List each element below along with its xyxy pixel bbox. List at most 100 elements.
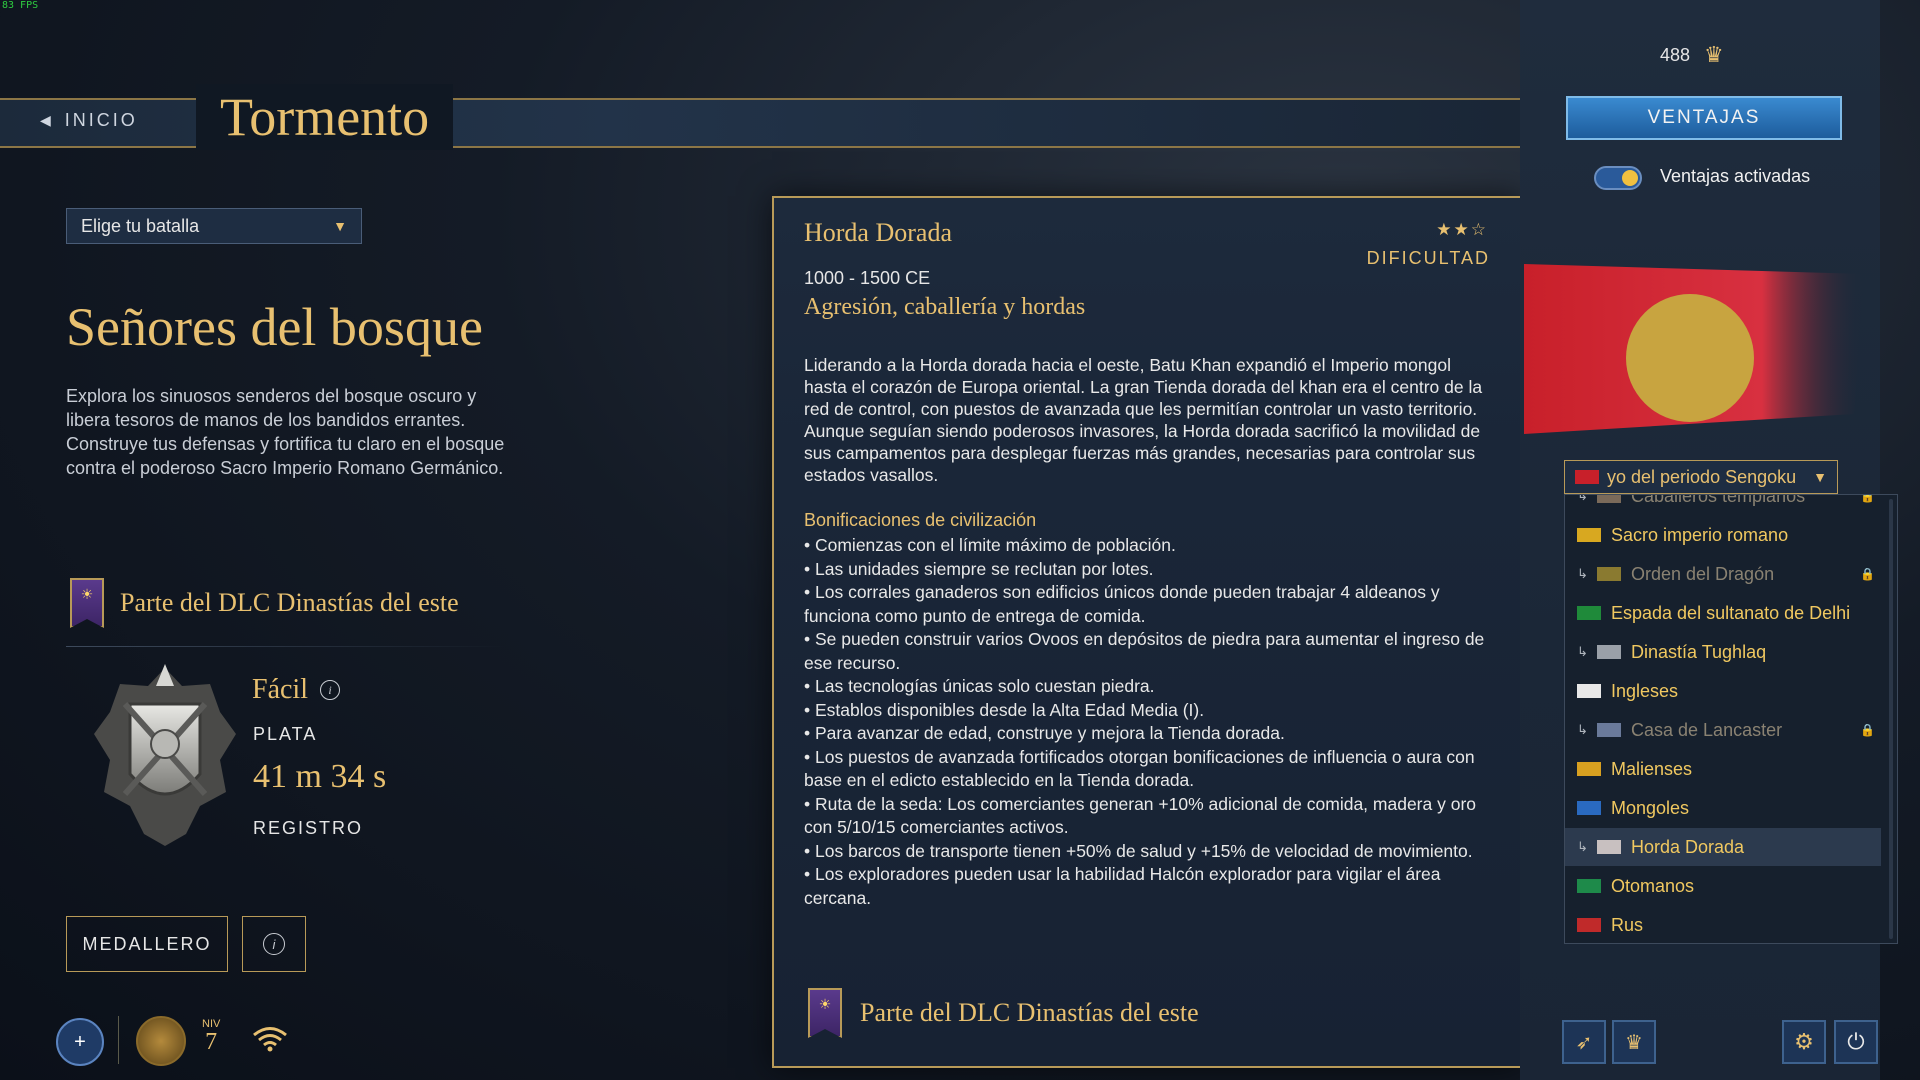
civ-list-item-label: Malienses (1611, 758, 1693, 779)
civ-list-item[interactable]: Espada del sultanato de Delhi (1565, 594, 1881, 632)
plus-icon: + (74, 1030, 86, 1053)
civ-list-item[interactable]: Ingleses (1565, 672, 1881, 710)
civ-tagline: Agresión, caballería y hordas (804, 294, 1086, 320)
silver-medal-icon (94, 664, 236, 846)
star-filled-icon: ★ (1436, 220, 1454, 239)
divider (118, 1016, 119, 1064)
flag-icon (1577, 879, 1601, 893)
scrollbar[interactable] (1889, 499, 1893, 939)
chevron-left-icon: ◀ (40, 112, 51, 128)
civ-list-item[interactable]: ↳ Caballeros templarios 🔒 (1565, 494, 1881, 515)
flag-icon (1575, 470, 1599, 484)
power-button[interactable]: ⏻ (1834, 1020, 1878, 1064)
wifi-icon (253, 1027, 287, 1052)
flag-icon (1577, 801, 1601, 815)
list-item: • Los corrales ganaderos son edificios ú… (804, 582, 1440, 626)
list-item: • Los barcos de transporte tienen +50% d… (804, 840, 1473, 861)
subcivs-arrow-icon: ↳ (1577, 494, 1588, 503)
horn-icon: ➶ (1575, 1031, 1593, 1054)
record-label: REGISTRO (253, 818, 364, 838)
level-value: 7 (205, 1029, 218, 1055)
settings-button[interactable]: ⚙ (1782, 1020, 1826, 1064)
scenario-description: Explora los sinuosos senderos del bosque… (66, 386, 505, 478)
subcivs-arrow-icon: ↳ (1577, 839, 1588, 854)
civ-flag-icon (1524, 264, 1864, 434)
star-empty-icon: ☆ (1470, 220, 1488, 239)
dlc-badge: ☀ Parte del DLC Dinastías del este (808, 988, 1199, 1038)
advantages-toggle[interactable] (1594, 166, 1642, 190)
difficulty-word: DIFICULTAD (1366, 248, 1490, 268)
civ-select-value: yo del periodo Sengoku (1607, 466, 1797, 487)
civ-list-item[interactable]: ↳ Casa de Lancaster 🔒 (1565, 711, 1881, 749)
civ-name: Horda Dorada (804, 218, 952, 247)
civ-list-item-label: Rus (1611, 914, 1644, 935)
difficulty-label: Fácil i (252, 674, 340, 706)
civ-lore: Liderando a la Horda dorada hacia el oes… (804, 355, 1483, 485)
civ-list-item[interactable]: ↳ Horda Dorada (1565, 828, 1881, 866)
currency-value: 488 (1660, 44, 1691, 65)
gear-icon: ⚙ (1794, 1029, 1814, 1054)
list-item: • Para avanzar de edad, construye y mejo… (804, 723, 1285, 743)
civ-list-item-label: Otomanos (1611, 875, 1695, 896)
difficulty-value: Fácil (252, 674, 308, 705)
list-item: • Las tecnologías únicas solo cuestan pi… (804, 676, 1155, 696)
difficulty-stars: ★★☆ (1436, 220, 1488, 240)
social-plus-button[interactable]: + (56, 1018, 104, 1066)
lock-icon: 🔒 (1860, 723, 1875, 737)
civ-list-item[interactable]: ↳ Orden del Dragón 🔒 (1565, 555, 1881, 593)
civ-list-item-label: Mongoles (1611, 797, 1690, 818)
civ-list-item[interactable]: Mongoles (1565, 789, 1881, 827)
civ-list-item[interactable]: Sacro imperio romano (1565, 516, 1881, 554)
flag-icon (1597, 840, 1621, 854)
list-item: • Los exploradores pueden usar la habili… (804, 864, 1441, 908)
info-button[interactable]: i (242, 916, 306, 972)
civ-list-item-label: Orden del Dragón (1631, 563, 1775, 584)
subcivs-arrow-icon: ↳ (1577, 644, 1588, 659)
record-time: 41 m 34 s (253, 758, 387, 795)
scenario-title: Señores del bosque (66, 297, 483, 357)
crown-icon: ♛ (1704, 42, 1724, 67)
flag-icon (1597, 567, 1621, 581)
flag-icon (1577, 684, 1601, 698)
flag-icon (1577, 606, 1601, 620)
battle-select-value: Elige tu batalla (81, 215, 200, 236)
dlc-label: Parte del DLC Dinastías del este (860, 998, 1199, 1027)
page-title: Tormento (196, 84, 454, 150)
chevron-down-icon: ▼ (1813, 469, 1827, 485)
battle-select[interactable]: Elige tu batalla ▼ (66, 208, 362, 244)
civ-info-panel: Horda Dorada ★★☆ DIFICULTAD 1000 - 1500 … (772, 196, 1522, 1068)
medals-button[interactable]: MEDALLERO (66, 916, 228, 972)
horn-button[interactable]: ➶ (1562, 1020, 1606, 1064)
player-emblem[interactable] (136, 1016, 186, 1066)
list-item: • Los puestos de avanzada fortificados o… (804, 746, 1475, 791)
bonus-title: Bonificaciones de civilización (804, 510, 1037, 530)
bonus-list: • Comienzas con el límite máximo de pobl… (804, 534, 1494, 910)
civ-list-item[interactable]: Rus (1565, 906, 1881, 943)
civ-list-item-label: Horda Dorada (1631, 836, 1745, 857)
list-item: • Se pueden construir varios Ovoos en de… (804, 629, 1485, 673)
civ-era: 1000 - 1500 CE (804, 268, 931, 288)
power-icon: ⏻ (1847, 1029, 1865, 1054)
civ-list-item[interactable]: Malienses (1565, 750, 1881, 788)
civ-select[interactable]: yo del periodo Sengoku ▼ (1564, 460, 1838, 494)
civ-list-item-label: Espada del sultanato de Delhi (1611, 602, 1851, 623)
subcivs-arrow-icon: ↳ (1577, 722, 1588, 737)
divider (66, 646, 506, 647)
dlc-banner-icon: ☀ (808, 988, 842, 1038)
civ-list-item[interactable]: ↳ Dinastía Tughlaq (1565, 633, 1881, 671)
dlc-badge: ☀ Parte del DLC Dinastías del este (70, 578, 459, 628)
info-icon[interactable]: i (320, 680, 340, 700)
list-item: • Las unidades siempre se reclutan por l… (804, 558, 1154, 579)
lock-icon: 🔒 (1860, 494, 1875, 503)
medal-tier: PLATA (253, 724, 318, 744)
flag-icon (1577, 762, 1601, 776)
civ-dropdown-list: ↳ Caballeros templarios 🔒 Sacro imperio rom… (1564, 494, 1898, 944)
back-button[interactable]: ◀ INICIO (40, 110, 138, 131)
crown-button[interactable]: ♛ (1612, 1020, 1656, 1064)
subcivs-arrow-icon: ↳ (1577, 566, 1588, 581)
civ-list-item-label: Sacro imperio romano (1611, 524, 1789, 545)
toggle-knob (1622, 170, 1638, 186)
civ-list-item[interactable]: Otomanos (1565, 867, 1881, 905)
currency-display: 488 ♛ (1660, 42, 1724, 68)
advantages-button[interactable]: VENTAJAS (1566, 96, 1842, 140)
